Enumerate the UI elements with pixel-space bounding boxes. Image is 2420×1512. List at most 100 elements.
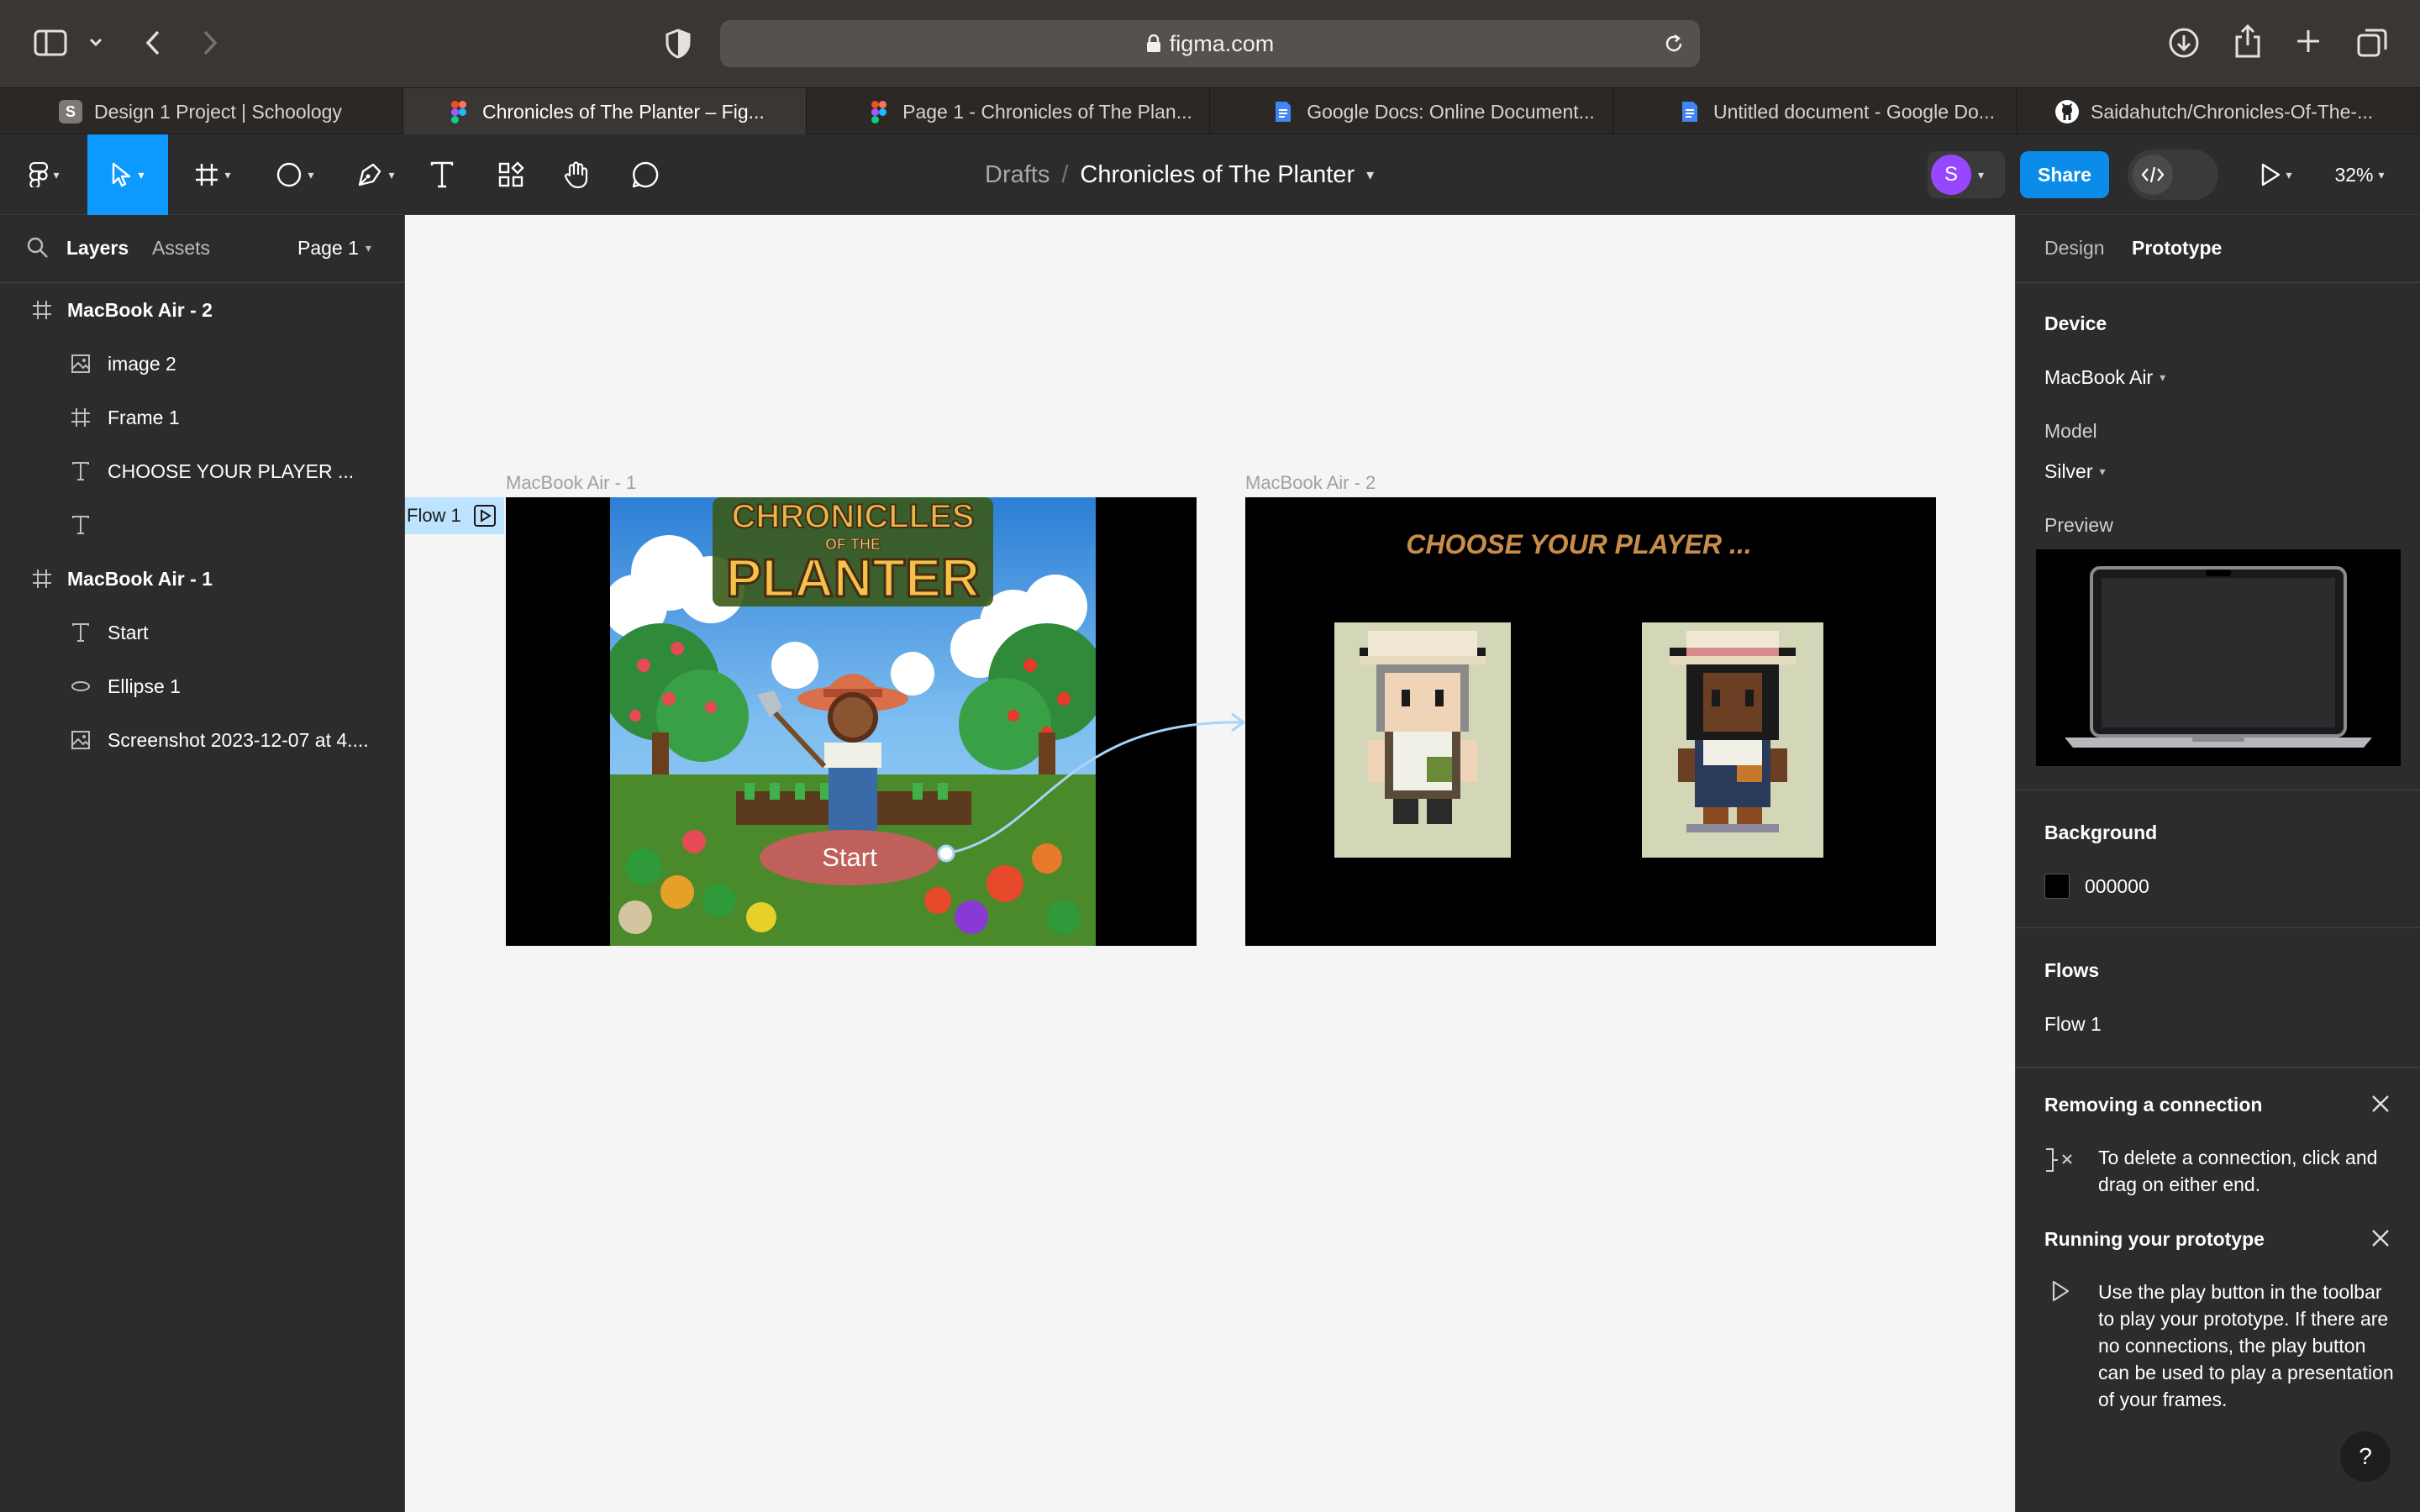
flow-item[interactable]: Flow 1 (2044, 1013, 2102, 1036)
layer-name: Start (108, 621, 149, 643)
chevron-down-icon: ▾ (138, 167, 145, 181)
google-docs-icon (1271, 100, 1295, 123)
text-tool[interactable] (425, 134, 459, 215)
layer-name: Ellipse 1 (108, 675, 181, 697)
tab-layers[interactable]: Layers (66, 237, 129, 260)
breadcrumb-drafts[interactable]: Drafts (985, 161, 1050, 189)
tab-label: Chronicles of The Planter – Fig... (482, 100, 765, 123)
browser-tab-bar: S Design 1 Project | Schoology Chronicle… (0, 87, 2420, 135)
layer-empty-text[interactable] (0, 500, 405, 550)
play-icon (2051, 1280, 2070, 1302)
main-menu-button[interactable]: ▾ (18, 134, 71, 215)
downloads-icon[interactable] (2168, 27, 2200, 59)
frame-icon (69, 406, 92, 429)
github-icon (2055, 100, 2079, 123)
zoom-menu[interactable]: 32% ▾ (2316, 134, 2403, 215)
tab-figma-page[interactable]: Page 1 - Chronicles of The Plan... (807, 88, 1210, 135)
image-icon (69, 352, 92, 375)
layer-macbook-air-2[interactable]: MacBook Air - 2 (0, 285, 405, 335)
chevron-down-icon: ▾ (224, 167, 231, 181)
background-swatch[interactable] (2044, 874, 2070, 899)
text-icon (429, 161, 455, 188)
tab-google-docs[interactable]: Google Docs: Online Document... (1210, 88, 1613, 135)
tip-running-prototype-title: Running your prototype (2044, 1228, 2265, 1250)
tab-figma-active[interactable]: Chronicles of The Planter – Fig... (403, 88, 807, 135)
tab-github[interactable]: Saidahutch/Chronicles-Of-The-... (2017, 88, 2420, 135)
background-heading: Background (2044, 822, 2158, 843)
layer-screenshot[interactable]: Screenshot 2023-12-07 at 4.... (0, 715, 405, 765)
hand-tool[interactable] (560, 134, 593, 215)
tab-label: Page 1 - Chronicles of The Plan... (902, 100, 1192, 123)
components-icon (497, 161, 524, 188)
figma-toolbar: ▾ ▾ ▾ ▾ ▾ Drafts / Chronicles of The Pla… (0, 134, 2420, 215)
layer-ellipse-1[interactable]: Ellipse 1 (0, 661, 405, 711)
background-hex[interactable]: 000000 (2085, 875, 2149, 898)
tab-overview-icon[interactable] (2356, 27, 2388, 59)
model-select[interactable]: Silver ▾ (2044, 460, 2106, 483)
tab-untitled-doc[interactable]: Untitled document - Google Do... (1613, 88, 2017, 135)
multiplayer-avatars[interactable]: S ▾ (1928, 151, 2005, 198)
device-select[interactable]: MacBook Air ▾ (2044, 366, 2165, 389)
figma-logo-icon (29, 162, 49, 187)
tip-removing-connection-title: Removing a connection (2044, 1094, 2263, 1116)
layer-start[interactable]: Start (0, 607, 405, 658)
new-tab-icon[interactable] (2294, 27, 2323, 55)
prototype-connection-arrow[interactable] (405, 215, 2015, 1512)
help-button[interactable]: ? (2340, 1431, 2391, 1482)
schoology-icon: S (59, 100, 82, 123)
chevron-down-icon: ▾ (2160, 370, 2166, 384)
dev-mode-toggle[interactable] (2128, 150, 2218, 200)
tab-prototype[interactable]: Prototype (2132, 237, 2222, 260)
layer-choose-your-player[interactable]: CHOOSE YOUR PLAYER ... (0, 446, 405, 496)
page-selector-label: Page 1 (297, 237, 359, 259)
breadcrumb-separator: / (1061, 160, 1069, 188)
pen-icon (356, 161, 383, 188)
hand-icon (563, 160, 590, 189)
file-name[interactable]: Chronicles of The Planter (1080, 161, 1355, 189)
comment-tool[interactable] (629, 134, 662, 215)
frame-tool[interactable]: ▾ (183, 134, 242, 215)
divider (2016, 1067, 2420, 1068)
chevron-down-icon[interactable]: ▾ (1366, 166, 1374, 184)
design-canvas[interactable]: MacBook Air - 1 MacBook Air - 2 Flow 1 C… (405, 215, 2015, 1512)
reload-icon[interactable] (1663, 32, 1685, 55)
device-value: MacBook Air (2044, 366, 2154, 388)
model-heading: Model (2044, 420, 2097, 442)
page-selector[interactable]: Page 1 ▾ (297, 237, 371, 260)
chevron-down-icon: ▾ (2099, 465, 2106, 478)
cursor-icon (111, 162, 133, 187)
comment-icon (631, 160, 660, 189)
tab-design[interactable]: Design (2044, 237, 2105, 260)
tab-assets[interactable]: Assets (152, 237, 210, 260)
tab-label: Saidahutch/Chronicles-Of-The-... (2091, 100, 2374, 123)
close-icon[interactable] (2370, 1228, 2391, 1248)
chevron-down-icon: ▾ (2378, 167, 2385, 181)
frame-icon (30, 567, 54, 591)
layer-macbook-air-1[interactable]: MacBook Air - 1 (0, 554, 405, 604)
search-icon[interactable] (27, 237, 49, 259)
properties-panel: Design Prototype Device MacBook Air ▾ Mo… (2015, 215, 2420, 1512)
tab-schoology[interactable]: S Design 1 Project | Schoology (0, 88, 403, 135)
back-icon[interactable] (143, 29, 163, 57)
laptop-preview-icon (2065, 566, 2372, 748)
pen-tool[interactable]: ▾ (346, 134, 405, 215)
share-button[interactable]: Share (2020, 151, 2109, 198)
resources-tool[interactable] (494, 134, 528, 215)
chevron-down-icon: ▾ (1978, 167, 1985, 181)
layer-frame-1[interactable]: Frame 1 (0, 392, 405, 443)
share-icon[interactable] (2233, 24, 2262, 59)
close-icon[interactable] (2370, 1094, 2391, 1114)
move-tool[interactable]: ▾ (87, 134, 168, 215)
divider (0, 282, 405, 283)
sidebar-toggle-icon[interactable] (34, 29, 67, 57)
url-text: figma.com (1169, 30, 1275, 56)
layer-image-2[interactable]: image 2 (0, 339, 405, 389)
chevron-down-icon: ▾ (365, 241, 371, 255)
address-bar[interactable]: figma.com (720, 20, 1700, 67)
frame-icon (194, 162, 219, 187)
forward-icon[interactable] (200, 29, 220, 57)
chevron-down-icon[interactable] (87, 34, 104, 50)
shape-tool[interactable]: ▾ (266, 134, 324, 215)
privacy-shield-icon[interactable] (666, 29, 691, 59)
present-button[interactable]: ▾ (2252, 134, 2301, 215)
